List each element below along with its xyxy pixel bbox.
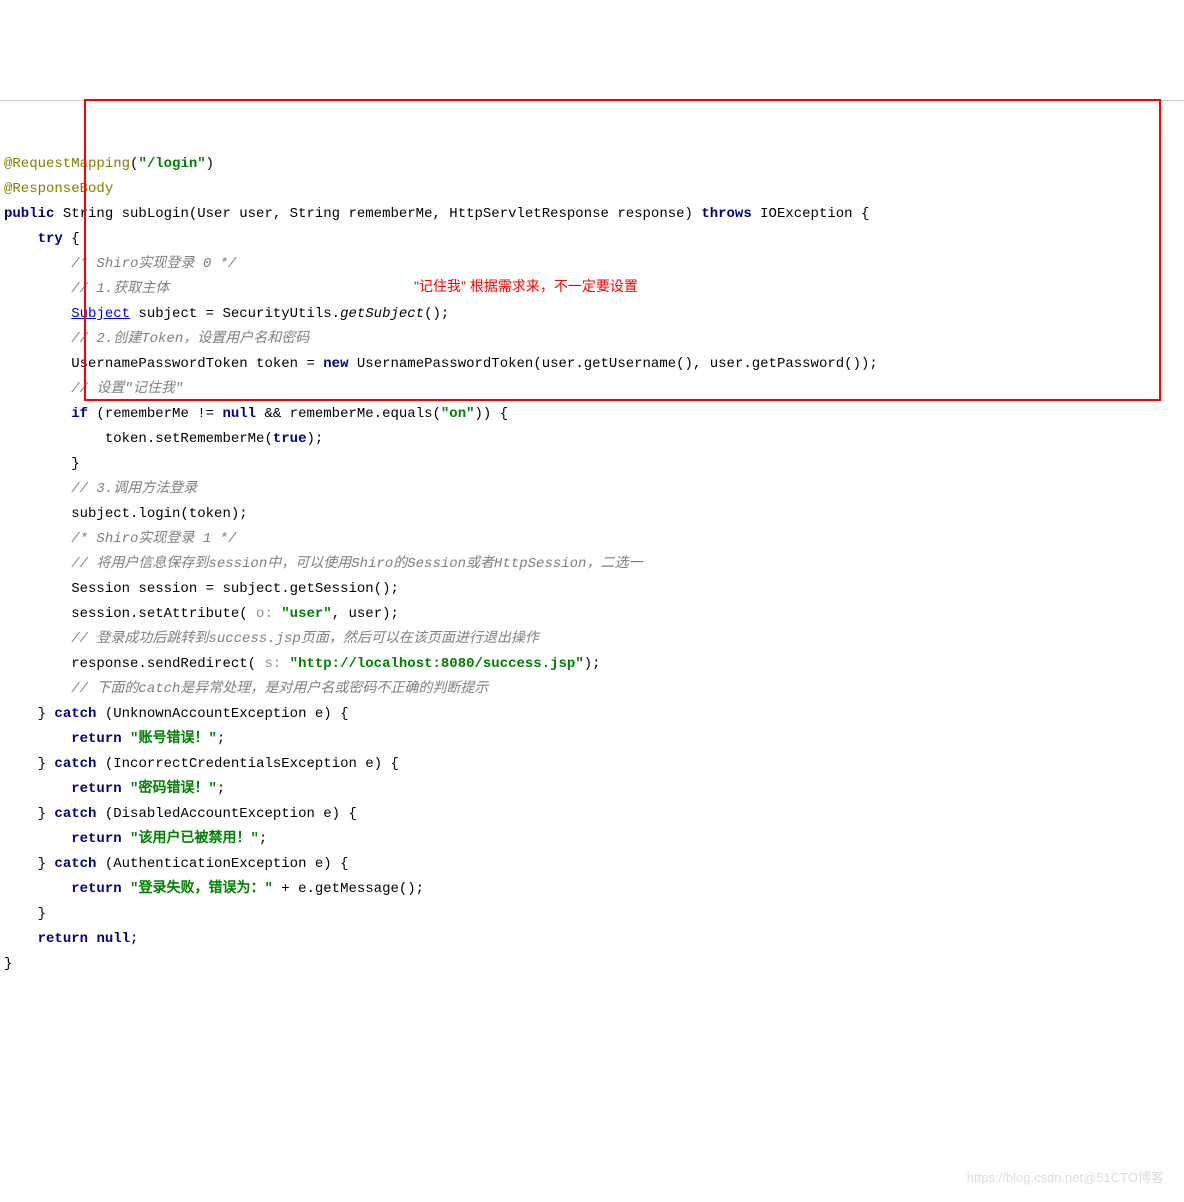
return1-string: "账号错误！" — [130, 731, 217, 747]
redirect-start: response.sendRedirect( — [71, 656, 256, 672]
session-line: Session session = subject.getSession(); — [71, 581, 399, 597]
redirect-end: ); — [584, 656, 601, 672]
comment-redirect: // 登录成功后跳转到success.jsp页面，然后可以在该页面进行退出操作 — [71, 631, 539, 647]
keyword-throws: throws — [701, 206, 751, 222]
token-line-end: UsernamePasswordToken(user.getUsername()… — [348, 356, 877, 372]
keyword-try: try — [38, 231, 63, 247]
keyword-if: if — [71, 406, 88, 422]
paren-close: ) — [206, 156, 214, 172]
watermark: https://blog.csdn.net@51CTO博客 — [967, 1165, 1164, 1190]
hint-o: o: — [248, 606, 282, 622]
comment-shiro-end: /* Shiro实现登录 1 */ — [71, 531, 236, 547]
comment-get-subject: // 1.获取主体 — [71, 281, 169, 297]
comment-remember-me: // 设置"记住我" — [71, 381, 183, 397]
comment-catch: // 下面的catch是异常处理，是对用户名或密码不正确的判断提示 — [71, 681, 488, 697]
keyword-catch1: catch — [54, 706, 96, 722]
keyword-new: new — [323, 356, 348, 372]
comment-shiro-start: /* Shiro实现登录 0 */ — [71, 256, 236, 272]
login-line: subject.login(token); — [71, 506, 247, 522]
keyword-catch3: catch — [54, 806, 96, 822]
keyword-null-ret: null — [96, 931, 130, 947]
keyword-return2: return — [71, 781, 121, 797]
semi2: ; — [217, 781, 225, 797]
top-border — [0, 100, 1184, 102]
comment-session: // 将用户信息保存到session中，可以使用Shiro的Session或者H… — [71, 556, 642, 572]
keyword-catch2: catch — [54, 756, 96, 772]
set-attr-end: , user); — [332, 606, 399, 622]
return4-string: "登录失败，错误为：" — [130, 881, 273, 897]
keyword-return-null: return — [38, 931, 88, 947]
catch3-ex: (DisabledAccountException e) { — [105, 806, 357, 822]
set-remember-start: token.setRememberMe( — [71, 431, 273, 447]
comment-login: // 3.调用方法登录 — [71, 481, 197, 497]
subject-assign: subject = SecurityUtils. — [130, 306, 340, 322]
keyword-return3: return — [71, 831, 121, 847]
close-brace: } — [71, 456, 79, 472]
semi1: ; — [217, 731, 225, 747]
keyword-null: null — [222, 406, 256, 422]
return3-string: "该用户已被禁用！" — [130, 831, 259, 847]
red-annotation-text: "记住我" 根据需求来，不一定要设置 — [414, 274, 638, 299]
on-string: "on" — [441, 406, 475, 422]
catch1-ex: (UnknownAccountException e) { — [105, 706, 349, 722]
return2-string: "密码错误！" — [130, 781, 217, 797]
comment-create-token: // 2.创建Token，设置用户名和密码 — [71, 331, 309, 347]
keyword-public: public — [4, 206, 54, 222]
return4-end: + e.getMessage(); — [273, 881, 424, 897]
set-attr-start: session.setAttribute( — [71, 606, 247, 622]
cond-start: (rememberMe != — [88, 406, 222, 422]
subject-type: Subject — [71, 306, 130, 322]
catch2-ex: (IncorrectCredentialsException e) { — [105, 756, 399, 772]
keyword-true: true — [273, 431, 307, 447]
user-string: "user" — [281, 606, 331, 622]
keyword-catch4: catch — [54, 856, 96, 872]
set-remember-end: ); — [306, 431, 323, 447]
url-string: "http://localhost:8080/success.jsp" — [290, 656, 584, 672]
annotation-request-mapping: @RequestMapping — [4, 156, 130, 172]
code-block: @RequestMapping("/login") @ResponseBody … — [0, 127, 1184, 977]
hint-s: s: — [256, 656, 290, 672]
annotation-response-body: @ResponseBody — [4, 181, 113, 197]
token-line-start: UsernamePasswordToken token = — [71, 356, 323, 372]
get-subject-method: getSubject — [340, 306, 424, 322]
request-mapping-url: "/login" — [138, 156, 205, 172]
keyword-return1: return — [71, 731, 121, 747]
subject-end: (); — [424, 306, 449, 322]
catch4-ex: (AuthenticationException e) { — [105, 856, 349, 872]
cond-end: )) { — [475, 406, 509, 422]
semi3: ; — [259, 831, 267, 847]
cond-mid: && rememberMe.equals( — [256, 406, 441, 422]
keyword-return4: return — [71, 881, 121, 897]
